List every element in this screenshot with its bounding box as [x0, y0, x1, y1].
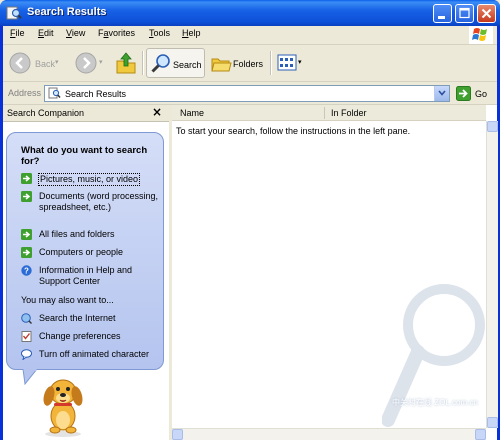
- also-heading: You may also want to...: [21, 295, 114, 305]
- speech-bubble-icon: [21, 349, 32, 360]
- menu-file-rest: ile: [15, 28, 25, 38]
- option-label: All files and folders: [39, 229, 115, 239]
- back-button[interactable]: Back ▾: [7, 48, 61, 78]
- close-button[interactable]: [477, 4, 496, 23]
- menu-edit[interactable]: Edit: [38, 28, 54, 38]
- menu-view[interactable]: View: [66, 28, 85, 38]
- results-hint: To start your search, follow the instruc…: [176, 126, 411, 136]
- close-pane-icon[interactable]: ×: [152, 105, 162, 119]
- column-in-folder-header[interactable]: In Folder: [331, 108, 367, 118]
- option-label: Pictures, music, or video: [38, 173, 141, 186]
- option-label: Search the Internet: [39, 313, 116, 323]
- minimize-icon: [438, 16, 445, 19]
- horizontal-scrollbar[interactable]: [172, 428, 486, 440]
- scroll-down-button[interactable]: [487, 417, 498, 428]
- views-dropdown-icon[interactable]: ▾: [298, 58, 302, 66]
- watermark-text: 中关村在线 ZOL.com.cn: [392, 398, 478, 407]
- maximize-icon: [459, 7, 470, 19]
- help-icon: ?: [21, 265, 32, 276]
- address-dropdown-button[interactable]: [434, 86, 449, 101]
- option-label: Change preferences: [39, 331, 121, 341]
- menu-tools[interactable]: Tools: [149, 28, 170, 38]
- option-label: Documents (word processing, spreadsheet,…: [39, 191, 159, 212]
- scroll-left-button[interactable]: [172, 429, 183, 440]
- title-bar[interactable]: Search Results: [0, 0, 500, 26]
- go-label: Go: [475, 89, 488, 99]
- views-grid-icon: [277, 54, 297, 71]
- menu-favorites-rest: vorites: [108, 28, 136, 38]
- menu-view-rest: iew: [71, 28, 86, 38]
- search-companion-header: Search Companion ×: [3, 105, 169, 122]
- search-results-icon: [48, 87, 61, 99]
- back-arrow-icon: [9, 52, 31, 74]
- menu-help-rest: elp: [188, 28, 201, 38]
- green-arrow-icon: [21, 173, 32, 184]
- search-companion-pane: Search Companion × What do you want to s…: [3, 105, 172, 440]
- menu-bar: File Edit View Favorites Tools Help: [3, 26, 497, 45]
- address-label: Address: [8, 88, 42, 98]
- standard-toolbar: Back ▾ ▾ Search Folders ▾: [3, 45, 497, 82]
- go-arrow-icon: [456, 86, 471, 101]
- column-name-header[interactable]: Name: [180, 108, 204, 118]
- search-magnifier-icon: [151, 54, 170, 73]
- search-window-icon: [6, 6, 22, 20]
- globe-search-icon: [21, 313, 32, 324]
- option-label: Turn off animated character: [39, 349, 150, 359]
- windows-logo: [469, 26, 493, 44]
- green-arrow-icon: [21, 191, 32, 202]
- go-button[interactable]: Go: [454, 86, 494, 102]
- address-bar: Address Search Results Go: [3, 82, 497, 105]
- window-client: File Edit View Favorites Tools Help Back…: [3, 26, 498, 440]
- scroll-right-button[interactable]: [475, 429, 486, 440]
- views-button[interactable]: ▾: [275, 48, 305, 78]
- menu-edit-rest: dit: [44, 28, 54, 38]
- forward-arrow-icon: [75, 52, 97, 74]
- search-options-balloon: What do you want to search for? Pictures…: [6, 132, 164, 370]
- svg-text:?: ?: [24, 267, 29, 276]
- window-title: Search Results: [27, 6, 107, 18]
- green-arrow-icon: [21, 247, 32, 258]
- menu-favorites[interactable]: Favorites: [98, 28, 135, 38]
- menu-file[interactable]: File: [10, 28, 25, 38]
- address-field[interactable]: Search Results: [44, 85, 450, 102]
- menu-tools-rest: ools: [153, 28, 171, 38]
- vertical-scrollbar[interactable]: [486, 121, 498, 428]
- up-folder-icon: [116, 52, 136, 74]
- rover-dog-icon[interactable]: [35, 372, 91, 438]
- toolbar-separator: [142, 51, 144, 75]
- menu-help[interactable]: Help: [182, 28, 201, 38]
- folders-icon: [211, 58, 232, 72]
- up-folder-button[interactable]: [113, 48, 139, 78]
- option-help-support[interactable]: ? Information in Help and Support Center: [21, 265, 161, 289]
- folders-button[interactable]: Folders: [208, 48, 268, 78]
- minimize-button[interactable]: [433, 4, 452, 23]
- results-header: Name In Folder: [172, 105, 486, 121]
- forward-button[interactable]: ▾: [73, 48, 107, 78]
- option-label: Information in Help and Support Center: [39, 265, 133, 286]
- search-button[interactable]: Search: [146, 48, 205, 78]
- results-pane: Name In Folder To start your search, fol…: [172, 105, 498, 440]
- scroll-up-button[interactable]: [487, 121, 498, 132]
- chevron-down-icon: [438, 90, 446, 96]
- search-companion-title: Search Companion: [7, 108, 85, 118]
- explorer-window: Search Results File Edit View Favorites …: [0, 0, 500, 440]
- option-documents[interactable]: Documents (word processing, spreadsheet,…: [21, 191, 161, 225]
- search-companion-body: What do you want to search for? Pictures…: [3, 122, 169, 440]
- search-label: Search: [173, 60, 202, 70]
- back-dropdown-icon[interactable]: ▾: [55, 58, 59, 66]
- column-divider[interactable]: [324, 107, 325, 119]
- forward-dropdown-icon[interactable]: ▾: [99, 58, 103, 66]
- address-value: Search Results: [65, 89, 127, 99]
- toolbar-separator: [270, 51, 272, 75]
- back-label: Back: [35, 59, 56, 69]
- close-icon: [481, 8, 492, 19]
- option-label: Computers or people: [39, 247, 124, 257]
- folders-label: Folders: [233, 59, 264, 69]
- green-arrow-icon: [21, 229, 32, 240]
- search-question: What do you want to search for?: [21, 145, 148, 167]
- maximize-button[interactable]: [455, 4, 474, 23]
- checklist-icon: [21, 331, 32, 342]
